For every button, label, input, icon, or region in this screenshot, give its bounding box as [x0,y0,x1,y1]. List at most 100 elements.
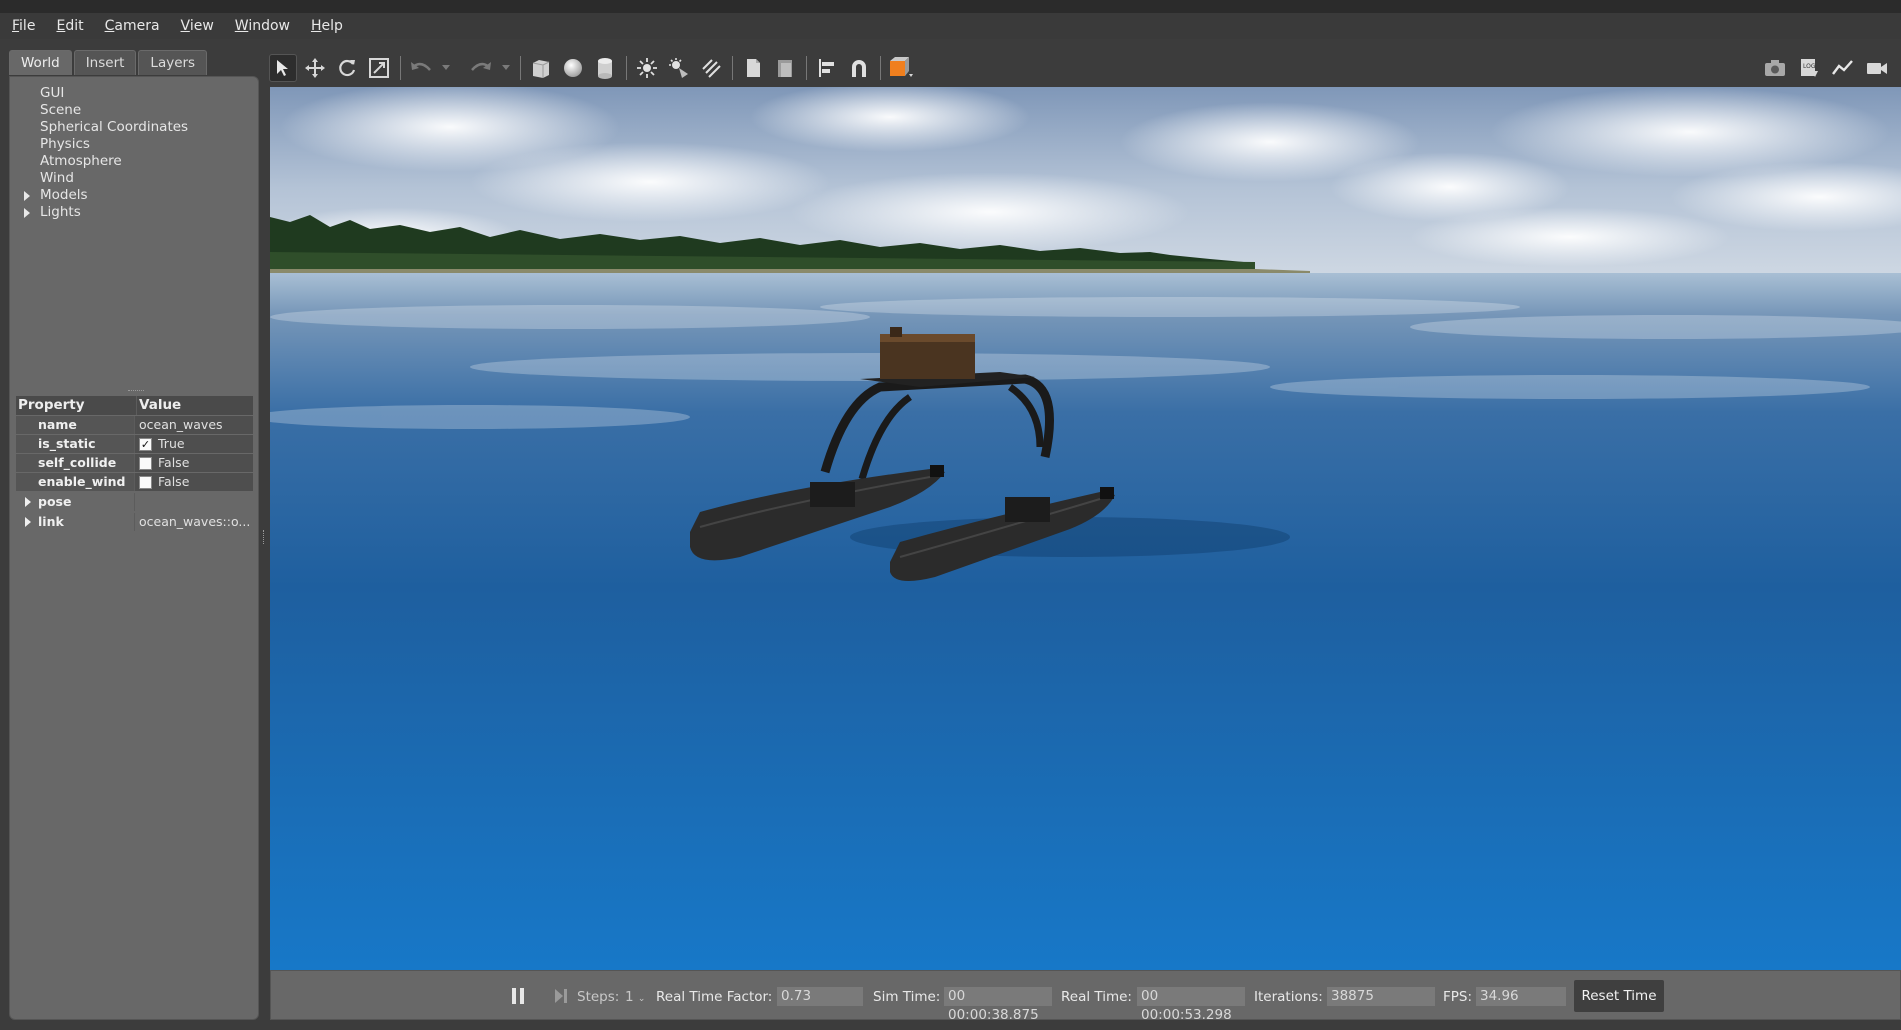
select-mode-button[interactable] [269,54,297,82]
menu-file[interactable]: File [0,18,44,34]
property-group-pose[interactable]: pose [16,493,253,511]
plot-icon [1832,60,1853,75]
property-value-name[interactable]: ocean_waves [134,416,253,434]
scene-viewport[interactable] [270,87,1901,970]
checkbox-self-collide[interactable] [139,456,152,470]
world-tree: GUI Scene Spherical Coordinates Physics … [22,85,188,221]
menu-edit-mnemonic: E [56,18,66,34]
insert-spot-light-button[interactable] [665,54,693,82]
expand-arrow-icon[interactable] [24,208,30,218]
insert-box-button[interactable] [527,54,555,82]
record-video-button[interactable] [1863,54,1891,82]
undo-history-dropdown[interactable] [439,54,453,82]
insert-sphere-button[interactable] [559,54,587,82]
menu-help[interactable]: Help [299,18,352,34]
menu-edit[interactable]: Edit [44,18,92,34]
toolbar: LOG [269,50,1901,86]
sim-time-value: 00 00:00:38.875 [944,987,1052,1023]
menu-file-mnemonic: F [12,18,20,34]
plot-button[interactable] [1829,54,1857,82]
insert-point-light-button[interactable] [633,54,661,82]
rotate-icon [339,59,356,77]
tree-item-models[interactable]: Models [22,187,188,204]
pause-button[interactable] [509,986,527,1010]
property-column-header: Property [18,397,85,413]
property-name-text: pose [38,494,72,509]
cylinder-shape-icon [598,58,612,79]
iterations-label: Iterations: [1254,989,1323,1005]
property-row-is-static: is_static ✓ True [16,435,253,453]
menu-view[interactable]: View [169,18,223,34]
tree-item-lights[interactable]: Lights [22,204,188,221]
world-panel: GUI Scene Spherical Coordinates Physics … [9,76,259,1020]
rtf-label: Real Time Factor: [656,989,773,1005]
snap-button[interactable] [845,54,873,82]
steps-spinner-icon[interactable]: ⌄ [638,994,646,1004]
tree-item-gui[interactable]: GUI [22,85,188,102]
align-button[interactable] [813,54,841,82]
steps-value[interactable]: 1 ⌄ [625,989,645,1007]
property-name: self_collide [38,455,117,470]
log-button[interactable]: LOG [1795,54,1823,82]
select-arrow-icon [277,60,288,76]
tab-insert[interactable]: Insert [73,50,137,75]
tree-item-spherical-coordinates[interactable]: Spherical Coordinates [22,119,188,136]
scale-mode-button[interactable] [365,54,393,82]
view-angle-button[interactable] [887,54,915,82]
menu-camera[interactable]: Camera [93,18,169,34]
redo-history-dropdown[interactable] [499,54,513,82]
checkbox-enable-wind[interactable] [139,475,152,489]
redo-button[interactable] [467,54,495,82]
record-video-icon [1867,63,1887,74]
property-name: link [16,513,134,531]
insert-cylinder-button[interactable] [591,54,619,82]
paste-button[interactable] [771,54,799,82]
redo-dropdown-icon [502,65,510,70]
toolbar-separator [732,56,733,80]
scale-icon [369,58,389,78]
rtf-value: 0.73 [777,987,863,1006]
tree-item-scene[interactable]: Scene [22,102,188,119]
step-button[interactable] [552,986,570,1010]
panel-resize-handle[interactable] [263,530,267,544]
simulation-status-bar: Steps: 1 ⌄ Real Time Factor: 0.73 Sim Ti… [270,970,1901,1023]
copy-button[interactable] [739,54,767,82]
fps-value: 34.96 [1476,987,1566,1006]
fps-label: FPS: [1443,989,1473,1005]
panel-splitter-handle[interactable] [128,390,144,393]
tab-layers[interactable]: Layers [138,50,208,75]
undo-button[interactable] [407,54,435,82]
expand-arrow-icon[interactable] [24,191,30,201]
screenshot-button[interactable] [1761,54,1789,82]
expand-arrow-icon[interactable] [25,497,31,507]
translate-mode-button[interactable] [301,54,329,82]
property-value-text: False [158,455,190,470]
copy-icon [747,59,760,77]
toolbar-separator [880,56,881,80]
property-value-link: ocean_waves::o... [134,513,253,531]
menu-view-mnemonic: V [180,18,190,34]
menu-window[interactable]: Window [223,18,299,34]
tab-world[interactable]: World [9,50,72,75]
toolbar-separator [400,56,401,80]
property-group-link[interactable]: link ocean_waves::o... [16,513,253,531]
reset-time-button[interactable]: Reset Time [1574,980,1664,1012]
checkbox-is-static[interactable]: ✓ [139,437,152,451]
insert-directional-light-button[interactable] [697,54,725,82]
menu-window-label: indow [248,18,290,34]
svg-text:LOG: LOG [1803,63,1816,70]
property-row-name: name ocean_waves [16,416,253,434]
toolbar-separator [806,56,807,80]
property-value-self-collide: False [134,454,253,472]
rotate-mode-button[interactable] [333,54,361,82]
tree-item-physics[interactable]: Physics [22,136,188,153]
real-time-label: Real Time: [1061,989,1132,1005]
property-value-is-static: ✓ True [134,435,253,453]
expand-arrow-icon[interactable] [25,517,31,527]
screenshot-icon [1765,60,1785,76]
steps-value-text: 1 [625,989,634,1005]
tree-item-atmosphere[interactable]: Atmosphere [22,153,188,170]
menu-view-label: iew [189,18,214,34]
tree-item-wind[interactable]: Wind [22,170,188,187]
menu-edit-label: dit [65,18,84,34]
